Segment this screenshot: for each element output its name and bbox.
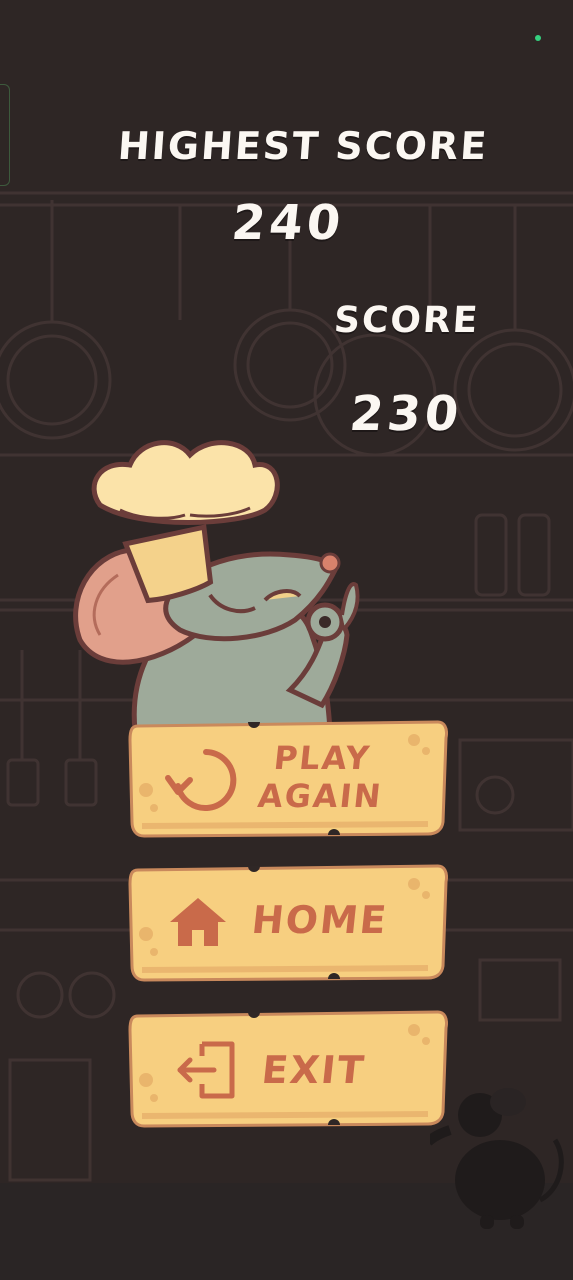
highest-score-label: HIGHEST SCORE: [116, 124, 490, 168]
restart-icon: [165, 749, 237, 811]
play-again-button[interactable]: PLAY AGAIN: [128, 718, 448, 838]
score-label: SCORE: [332, 300, 481, 341]
game-over-screen: HIGHEST SCORE 240 SCORE 230 PLAY AGAIN H…: [0, 0, 573, 1280]
home-button[interactable]: HOME: [128, 862, 448, 982]
play-again-label-line2: AGAIN: [256, 777, 385, 815]
home-label: HOME: [249, 898, 391, 942]
background-rat-silhouette: [430, 1088, 564, 1229]
exit-button[interactable]: EXIT: [128, 1008, 448, 1128]
exit-door-icon: [177, 1041, 235, 1099]
highest-score-value: 240: [229, 195, 348, 251]
side-panel-handle[interactable]: [0, 84, 10, 186]
house-icon: [170, 898, 226, 946]
play-again-label-line1: PLAY: [272, 739, 373, 777]
exit-label: EXIT: [259, 1048, 368, 1092]
chef-rat-illustration: [73, 440, 360, 730]
status-indicator-dot: [535, 35, 541, 41]
